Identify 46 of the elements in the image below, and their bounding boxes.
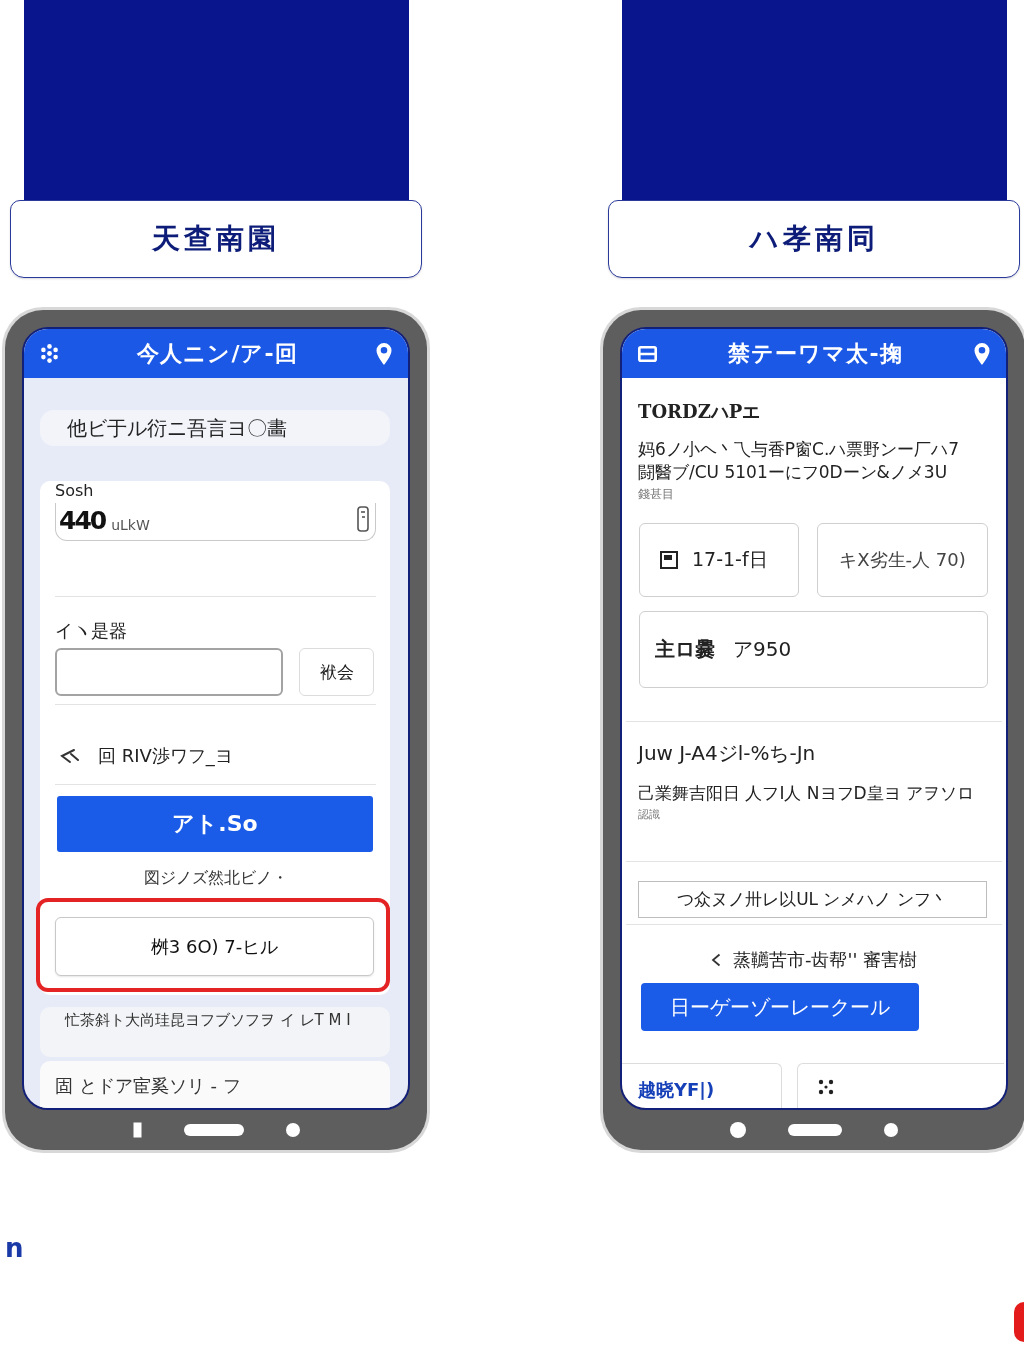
notice-banner: 他ビ于ル衍ニ吾言ヨ〇畵 [40, 410, 390, 446]
code-input-field[interactable] [55, 648, 283, 696]
bottom-tab[interactable]: 越晓YF|) [622, 1063, 782, 1108]
section-note: 認識 [638, 808, 661, 821]
list-item[interactable]: 固 とドア宦奚ソリ - フ [40, 1061, 390, 1108]
code-button[interactable]: 袱会 [299, 648, 374, 696]
window-icon[interactable] [638, 345, 657, 362]
primary-button[interactable]: アト.So [57, 796, 373, 852]
summary-label: 主ロ爨 [655, 636, 715, 663]
phone-icon[interactable] [357, 506, 369, 532]
dots-icon[interactable] [818, 1079, 834, 1095]
secondary-button[interactable]: 桝3 6O) 7-ヒル [55, 917, 374, 976]
footer-text: n [5, 1234, 24, 1262]
option-text: 回 RIV渉ワフ_ヨ [98, 744, 233, 768]
amount-field[interactable]: 440 uLkW [55, 503, 376, 541]
link-text[interactable]: 蒸韉苦市-齿帮'' 審害樹 [732, 949, 918, 971]
chevron-icon[interactable] [60, 748, 80, 764]
summary-value: ア950 [733, 636, 792, 663]
section-text: 己業舞吉阳日 人フI人 NヨフD皇ヨ アヲソロ [638, 782, 976, 804]
chevron-icon[interactable] [710, 953, 721, 967]
section-heading: TORDZハPエ [638, 402, 762, 422]
section-heading: Juw J-A4ジl-%ち-Jn [638, 742, 817, 764]
back-icon[interactable] [730, 1122, 746, 1138]
back-icon[interactable] [285, 1123, 300, 1137]
home-icon[interactable] [183, 1124, 244, 1136]
option-tile[interactable]: キX劣生-人 70) [817, 523, 988, 597]
amount-label: Sosh [55, 481, 95, 501]
location-pin-icon[interactable] [376, 342, 392, 365]
image-icon [660, 551, 678, 569]
outline-button[interactable]: つ众ヌノ卅レ以UL ンメハノ ンフ丶 [638, 881, 987, 918]
intro-note: 錢甚目 [638, 487, 675, 501]
code-label: イヽ是器 [55, 621, 128, 641]
intro-paragraph: 妈6ノ小ヘ丶乁与香P窗C.ハ票野ンー厂ハ7 闘醫ブ/CU 5101ーにフ0Dーン&ノメ3U [638, 438, 961, 484]
header-title: 今人ニン/ア-回 [137, 340, 298, 367]
location-pin-icon[interactable] [974, 342, 990, 365]
list-item[interactable]: 忙茶斜ト大尚珪昆ヨフブソフヲ イ レT M I [40, 1007, 390, 1057]
caption-title: ハ孝南同 [749, 221, 879, 257]
recents-icon[interactable] [884, 1123, 898, 1137]
option-tile[interactable]: 17-1-f日 [639, 523, 799, 597]
recents-icon[interactable] [132, 1122, 142, 1138]
hint-text: 図ジノズ然北ビノ・ [142, 868, 289, 888]
header-title: 禁テーワマ太-掬 [728, 340, 903, 367]
primary-button[interactable]: 日ーゲーゾーレークール [641, 983, 919, 1031]
caption-title: 天查南園 [152, 221, 280, 257]
settings-icon[interactable] [40, 344, 59, 363]
home-icon[interactable] [788, 1124, 842, 1136]
